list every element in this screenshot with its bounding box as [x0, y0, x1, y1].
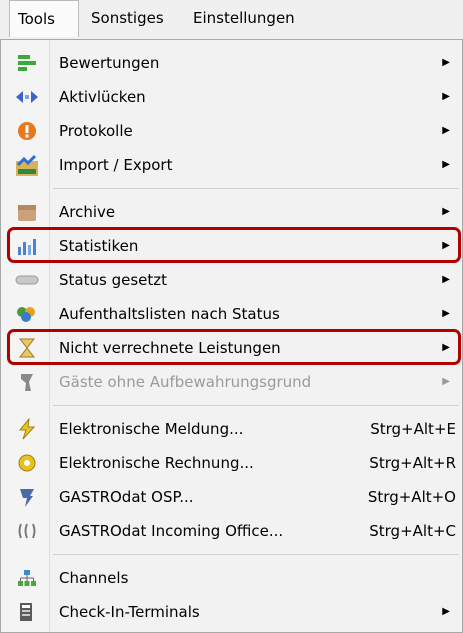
submenu-arrow-icon: ▶ [442, 376, 450, 387]
lightning-icon [15, 417, 39, 441]
menu-item-shortcut: Strg+Alt+O [367, 488, 456, 506]
status-bar-icon [15, 268, 39, 292]
gastrodat-osp-icon [15, 485, 39, 509]
channels-icon [15, 566, 39, 590]
highlight-box-statistiken [7, 227, 461, 263]
menu-item-gaeste-ohne-aufbewahrungsgrund: Gäste ohne Aufbewahrungsgrund ▶ [1, 365, 463, 399]
menu-item-label: Check-In-Terminals [59, 603, 200, 621]
menu-einstellungen[interactable]: Einstellungen [185, 0, 313, 37]
menu-item-shortcut: Strg+Alt+C [369, 522, 456, 540]
menu-sonstiges[interactable]: Sonstiges [83, 0, 181, 37]
menu-item-label: Protokolle [59, 122, 133, 140]
submenu-arrow-icon: ▶ [442, 274, 450, 285]
menu-separator [53, 554, 459, 555]
highlight-box-nicht-verrechnete-leistungen [7, 329, 461, 365]
menu-item-label: Bewertungen [59, 54, 160, 72]
menu-item-label: Elektronische Meldung... [59, 420, 244, 438]
menu-separator [53, 405, 459, 406]
menu-bar: Tools Sonstiges Einstellungen [0, 0, 463, 39]
menu-item-import-export[interactable]: Import / Export ▶ [1, 148, 463, 182]
menu-item-shortcut: Strg+Alt+E [370, 420, 456, 438]
incoming-office-icon [15, 519, 39, 543]
menu-item-label: Import / Export [59, 156, 173, 174]
gap-arrows-icon [15, 85, 39, 109]
menu-item-check-in-terminals[interactable]: Check-In-Terminals ▶ [1, 595, 463, 629]
menu-item-label: Gäste ohne Aufbewahrungsgrund [59, 373, 312, 391]
people-list-icon [15, 302, 39, 326]
import-export-icon [15, 153, 39, 177]
menu-item-label: Archive [59, 203, 116, 221]
menu-item-label: Aufenthaltslisten nach Status [59, 305, 280, 323]
submenu-arrow-icon: ▶ [442, 206, 450, 217]
submenu-arrow-icon: ▶ [442, 159, 450, 170]
submenu-arrow-icon: ▶ [442, 606, 450, 617]
terminal-icon [15, 600, 39, 624]
menu-tools[interactable]: Tools [9, 0, 79, 37]
menu-item-gastrodat-incoming-office[interactable]: GASTROdat Incoming Office... Strg+Alt+C [1, 514, 463, 548]
submenu-arrow-icon: ▶ [442, 125, 450, 136]
menu-item-status-gesetzt[interactable]: Status gesetzt ▶ [1, 263, 463, 297]
menu-item-protokolle[interactable]: Protokolle ▶ [1, 114, 463, 148]
menu-item-gastrodat-osp[interactable]: GASTROdat OSP... Strg+Alt+O [1, 480, 463, 514]
invoice-icon [15, 451, 39, 475]
archive-icon [15, 200, 39, 224]
submenu-arrow-icon: ▶ [442, 308, 450, 319]
menu-item-elektronische-rechnung[interactable]: Elektronische Rechnung... Strg+Alt+R [1, 446, 463, 480]
guest-icon [15, 370, 39, 394]
rating-bars-icon [15, 51, 39, 75]
menu-item-shortcut: Strg+Alt+R [369, 454, 456, 472]
menu-item-aktivluecken[interactable]: Aktivlücken ▶ [1, 80, 463, 114]
menu-item-aufenthaltslisten[interactable]: Aufenthaltslisten nach Status ▶ [1, 297, 463, 331]
menu-item-label: Aktivlücken [59, 88, 146, 106]
menu-item-archive[interactable]: Archive ▶ [1, 195, 463, 229]
menu-item-bewertungen[interactable]: Bewertungen ▶ [1, 46, 463, 80]
menu-item-label: GASTROdat Incoming Office... [59, 522, 284, 540]
submenu-arrow-icon: ▶ [442, 91, 450, 102]
menu-item-label: Elektronische Rechnung... [59, 454, 254, 472]
menu-separator [53, 188, 459, 189]
menu-item-label: Status gesetzt [59, 271, 167, 289]
menu-item-elektronische-meldung[interactable]: Elektronische Meldung... Strg+Alt+E [1, 412, 463, 446]
menu-item-label: Channels [59, 569, 129, 587]
protocol-icon [15, 119, 39, 143]
menu-item-label: GASTROdat OSP... [59, 488, 194, 506]
menu-item-channels[interactable]: Channels [1, 561, 463, 595]
submenu-arrow-icon: ▶ [442, 57, 450, 68]
